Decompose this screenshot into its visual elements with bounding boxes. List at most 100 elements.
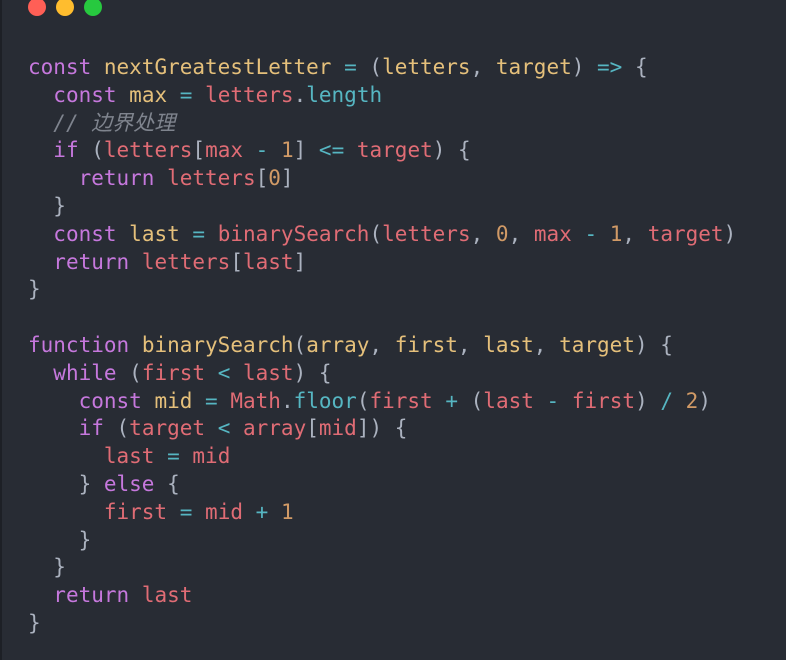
code-token: while	[53, 360, 117, 385]
code-token: -	[255, 138, 269, 163]
code-token: nextGreatestLetter	[103, 55, 332, 79]
code-token: target	[647, 221, 724, 246]
code-token: =	[179, 499, 193, 524]
code-token: return	[78, 166, 155, 191]
code-token: ,	[470, 55, 496, 79]
code-token: letters	[382, 221, 471, 246]
code-token: target	[356, 138, 433, 163]
code-token: ,	[457, 332, 484, 357]
code-token: (	[356, 388, 370, 413]
code-token: [	[306, 416, 319, 441]
code-token: }	[28, 471, 104, 496]
code-token: binarySearch	[217, 221, 370, 246]
code-token: max	[533, 221, 572, 246]
code-token: const	[78, 388, 142, 413]
code-token: 0	[268, 166, 281, 191]
code-token: last	[129, 221, 180, 246]
code-token: if	[53, 138, 79, 163]
code-line: first = mid + 1	[28, 499, 736, 527]
code-token: array	[243, 416, 307, 441]
window-controls	[28, 0, 102, 20]
code-token: {	[154, 471, 180, 496]
code-line: while (first < last) {	[28, 360, 736, 388]
code-token: )	[571, 55, 598, 79]
minimize-button[interactable]	[56, 0, 74, 16]
code-line: function binarySearch(array, first, last…	[28, 332, 736, 360]
code-token: (	[458, 388, 484, 413]
code-token: )	[723, 221, 737, 246]
close-button[interactable]	[28, 0, 46, 16]
code-token: <	[217, 360, 231, 385]
code-line: // 边界处理	[28, 110, 736, 138]
code-token: -	[584, 221, 598, 246]
code-line: return letters[last]	[28, 249, 736, 277]
code-line: }	[28, 193, 736, 221]
code-line: }	[28, 527, 736, 555]
code-line: last = mid	[28, 443, 736, 471]
code-token: (	[369, 221, 383, 246]
code-token: 1	[280, 499, 294, 524]
code-token: (	[293, 332, 307, 357]
code-token: first	[571, 388, 636, 413]
code-token: ]	[293, 138, 319, 163]
code-token: )	[698, 388, 711, 413]
code-token: =	[192, 221, 206, 246]
code-line: if (letters[max - 1] <= target) {	[28, 137, 736, 165]
code-token: max	[205, 138, 243, 163]
code-token: binarySearch	[141, 332, 294, 357]
code-token: return	[53, 249, 130, 274]
code-token: max	[129, 82, 168, 107]
code-token: [	[255, 166, 269, 191]
code-token: ) {	[432, 138, 471, 163]
code-token: return	[53, 583, 130, 608]
code-token: letters	[167, 166, 256, 191]
code-line: const mid = Math.floor(first + (last - f…	[28, 388, 736, 416]
code-token: const	[53, 82, 117, 107]
zoom-button[interactable]	[84, 0, 102, 16]
code-token: )	[635, 388, 661, 413]
code-line: }	[28, 554, 736, 582]
code-token: ,	[369, 332, 395, 357]
code-token: ) {	[293, 360, 332, 385]
code-token: const	[28, 55, 92, 79]
code-token: =	[205, 388, 218, 413]
code-token: ]	[293, 249, 307, 274]
code-token: +	[255, 499, 269, 524]
code-token: =	[344, 55, 357, 79]
code-token: 1	[609, 221, 623, 246]
code-token: ,	[533, 332, 560, 357]
code-token: .	[280, 388, 294, 413]
code-token: ) {	[634, 332, 673, 357]
code-token: first	[103, 499, 168, 524]
code-token: array	[306, 332, 370, 357]
code-token: first	[141, 360, 206, 385]
code-token: ,	[508, 221, 534, 246]
code-token: Math	[230, 388, 281, 413]
code-line: return letters[0]	[28, 165, 736, 193]
code-token: (	[116, 360, 142, 385]
